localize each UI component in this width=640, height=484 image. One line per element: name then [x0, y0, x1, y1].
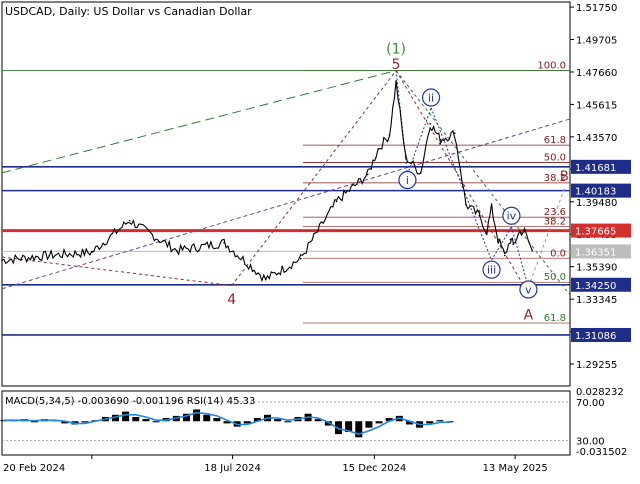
macd-histogram-bar: [122, 411, 130, 422]
price-point: [486, 230, 488, 233]
wave-label-5: 5: [392, 57, 401, 73]
price-badge-1.36351: 1.36351: [575, 247, 616, 258]
wave-label-v: v: [525, 284, 532, 297]
x-tick-label: 15 Dec 2024: [342, 463, 406, 474]
chart-background: [0, 0, 640, 480]
x-tick-label: 18 Jul 2024: [204, 463, 261, 474]
macd-histogram-bar: [152, 421, 160, 423]
price-point: [509, 238, 512, 241]
price-point: [503, 254, 506, 257]
fib-upper-label-61.8: 61.8: [544, 135, 566, 146]
wave-label-4: 4: [227, 292, 236, 308]
price-point: [490, 207, 493, 209]
price-point: [176, 249, 178, 252]
indicator-label: MACD(5,34,5) -0.003690 -0.001196 RSI(14)…: [5, 396, 255, 407]
price-point: [531, 249, 533, 252]
wave-label-iii: iii: [487, 264, 496, 277]
macd-histogram-bar: [274, 419, 282, 422]
macd-histogram-bar: [426, 421, 434, 424]
indicator-tick-label: 30.00: [576, 437, 605, 448]
wave-label-B: B: [560, 169, 569, 184]
price-point: [523, 230, 526, 233]
y-tick-label: 1.35390: [576, 263, 617, 274]
fib-upper-label-100.0: 100.0: [537, 61, 566, 72]
price-point: [419, 172, 422, 174]
price-point: [366, 173, 369, 176]
price-point: [128, 219, 131, 222]
price-point: [395, 81, 397, 84]
macd-histogram-bar: [142, 419, 150, 422]
y-tick-label: 1.51750: [576, 3, 617, 14]
price-point: [519, 230, 521, 233]
macd-histogram-bar: [203, 414, 211, 422]
price-point: [512, 243, 515, 246]
chart-title: USDCAD, Daily: US Dollar vs Canadian Dol…: [5, 5, 252, 18]
fib-lower-label-38.2: 38.2: [544, 217, 566, 228]
price-point: [429, 122, 431, 125]
price-point: [497, 238, 499, 241]
fib-upper-label-50.0: 50.0: [544, 153, 566, 164]
price-badge-1.31086: 1.31086: [575, 331, 616, 342]
macd-histogram-bar: [436, 420, 444, 422]
price-badge-1.37665: 1.37665: [575, 227, 616, 238]
y-tick-label: 1.29255: [576, 360, 617, 371]
price-point: [299, 257, 302, 260]
chart-window: 100.0 61.8 50.0 38.2 38.2 23.6 0.0 50.0 61.8 (1)…: [0, 0, 640, 480]
price-point: [223, 241, 225, 244]
wave-label-i: i: [406, 174, 409, 187]
fib-lower-label-50.0: 50.0: [544, 272, 566, 283]
x-tick-label: 13 May 2025: [483, 463, 548, 474]
macd-histogram-bar: [132, 416, 140, 422]
macd-histogram-bar: [284, 421, 292, 423]
y-tick-label: 1.49705: [576, 36, 617, 47]
macd-histogram-bar: [213, 418, 221, 422]
price-point: [439, 138, 442, 141]
price-point: [48, 254, 51, 257]
wave-label-iv: iv: [507, 210, 517, 223]
indicator-tick-label: 0.028232: [576, 387, 624, 398]
price-point: [404, 156, 407, 158]
fib-lower-label-23.6: 23.6: [544, 207, 566, 218]
x-tick-label: 20 Feb 2024: [3, 463, 65, 474]
price-point: [377, 148, 379, 150]
macd-histogram-bar: [375, 421, 383, 424]
price-badge-1.40183: 1.40183: [575, 187, 616, 198]
y-tick-label: 1.45615: [576, 100, 617, 111]
macd-histogram-bar: [193, 409, 201, 422]
y-tick-label: 1.39480: [576, 198, 617, 209]
y-tick-label: 1.47660: [576, 68, 617, 79]
y-tick-label: 1.33345: [576, 295, 617, 306]
price-point: [465, 203, 467, 206]
price-point: [90, 251, 93, 254]
price-badge-1.41681: 1.41681: [575, 163, 616, 174]
wave-label-ii: ii: [428, 92, 434, 105]
indicator-tick-label: 70.00: [576, 398, 605, 409]
price-point: [478, 214, 481, 217]
wave-label-A: A: [524, 307, 534, 323]
wave-label-primary: (1): [386, 41, 406, 57]
price-badge-1.34250: 1.34250: [575, 281, 616, 292]
fib-lower-label-0.0: 0.0: [550, 248, 566, 259]
price-point: [335, 200, 338, 203]
price-point: [453, 132, 456, 135]
macd-histogram-bar: [365, 421, 373, 428]
price-point: [1, 259, 3, 261]
indicator-tick-label: -0.031502: [576, 447, 627, 458]
fib-lower-label-61.8: 61.8: [544, 313, 566, 324]
y-tick-label: 1.43570: [576, 133, 617, 144]
price-point: [388, 134, 391, 136]
price-point: [264, 278, 267, 281]
price-chart[interactable]: 100.061.850.038.238.223.60.050.061.8 (1)…: [0, 0, 640, 480]
